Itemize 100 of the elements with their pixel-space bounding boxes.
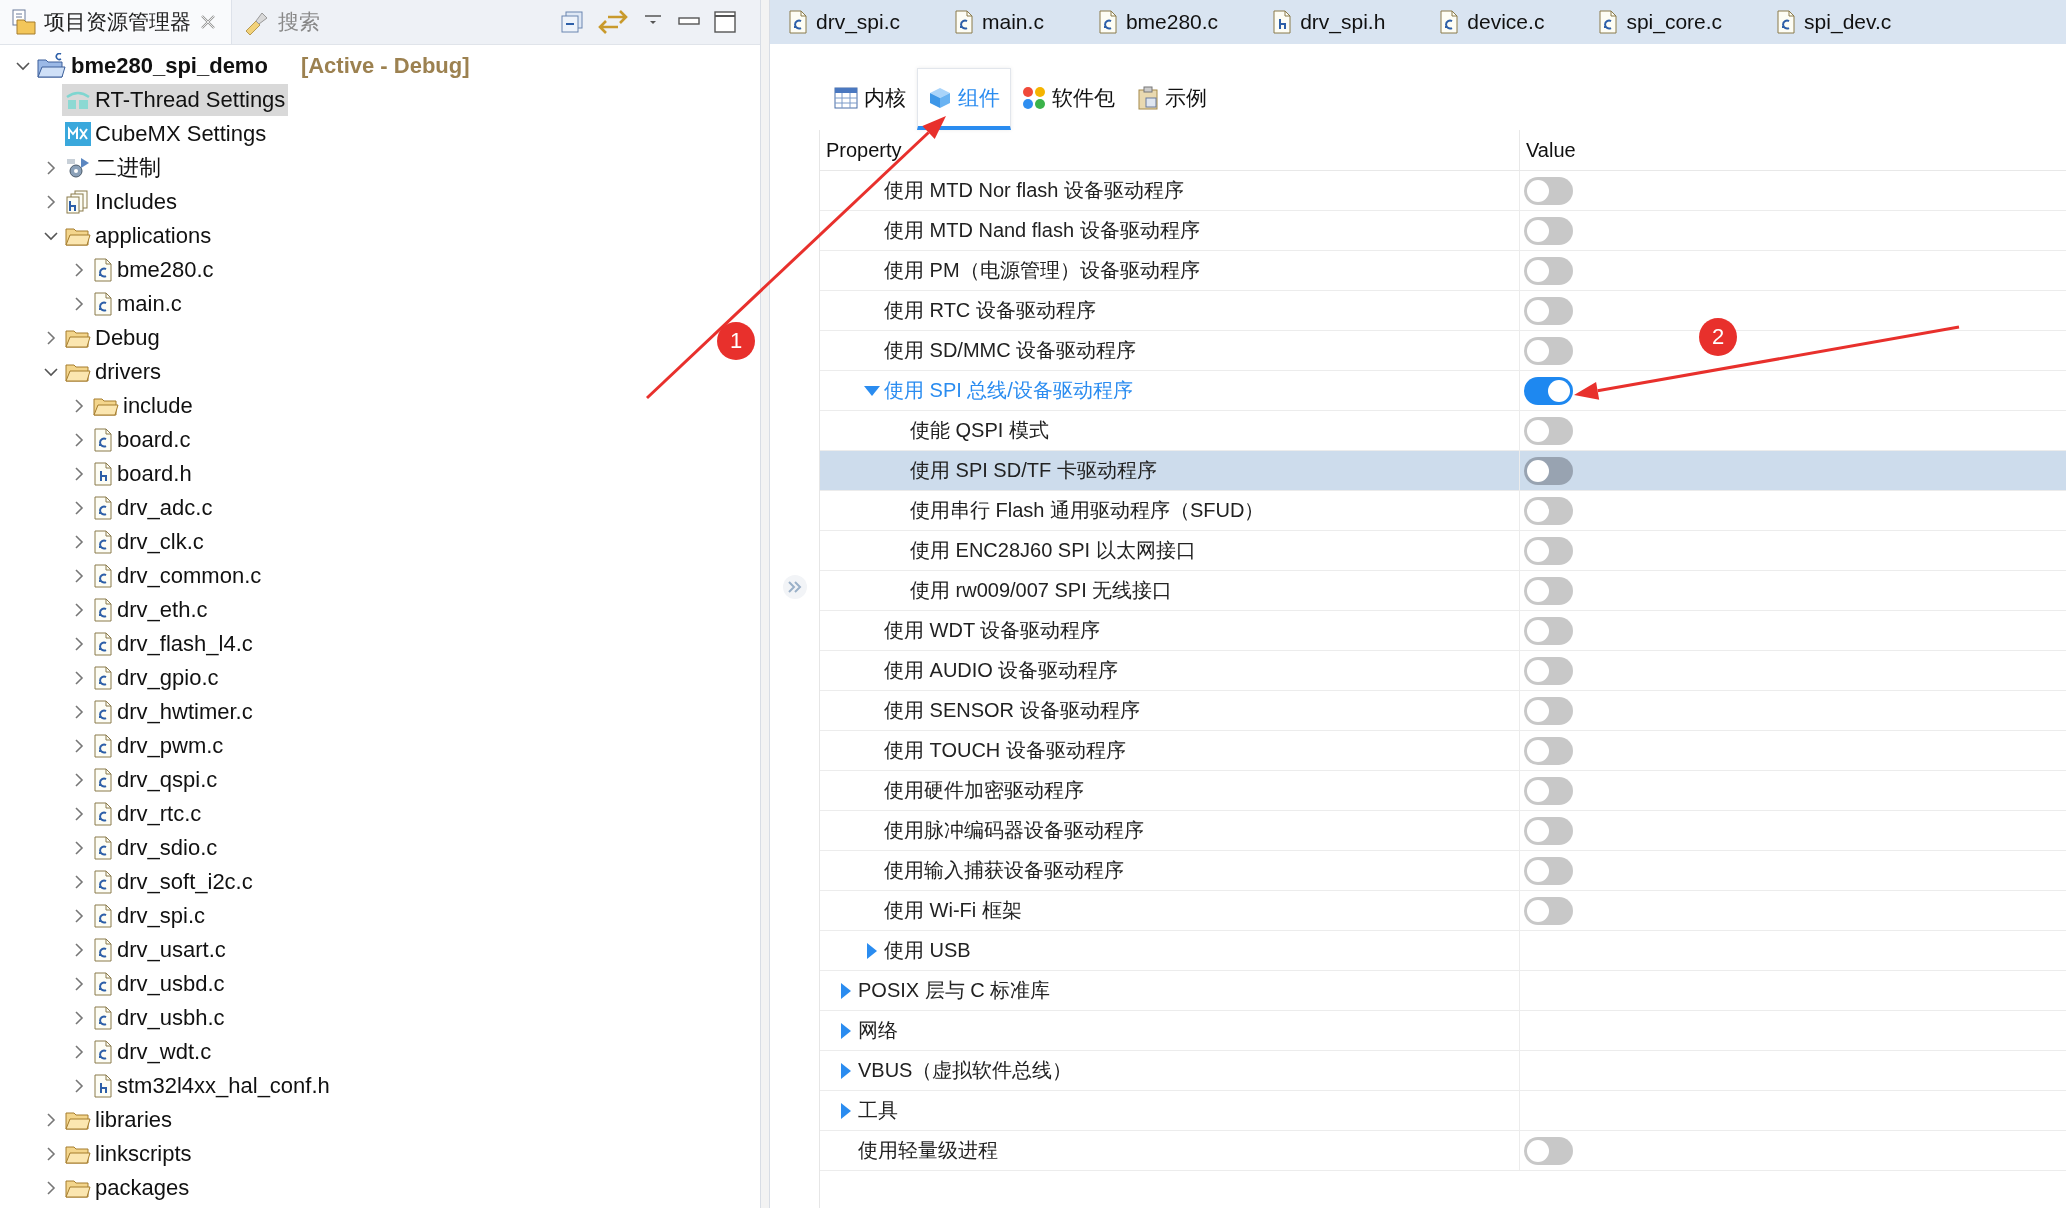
tree-item[interactable]: applications — [62, 220, 215, 252]
toggle-switch[interactable] — [1524, 256, 1573, 285]
toggle-switch[interactable] — [1524, 696, 1573, 725]
editor-tab[interactable]: spi_core.c — [1594, 0, 1727, 44]
tree-item[interactable]: drv_flash_l4.c — [90, 628, 256, 660]
property-row[interactable]: 使用 MTD Nor flash 设备驱动程序 — [820, 171, 2066, 211]
property-row[interactable]: 使用 MTD Nand flash 设备驱动程序 — [820, 211, 2066, 251]
tree-item[interactable]: 二进制 — [62, 152, 164, 184]
tree-item[interactable]: board.c — [90, 424, 194, 456]
tree-item[interactable]: drv_usbh.c — [90, 1002, 228, 1034]
toggle-switch[interactable] — [1524, 776, 1573, 805]
tree-item[interactable]: drv_clk.c — [90, 526, 207, 558]
property-row[interactable]: 使用 rw009/007 SPI 无线接口 — [820, 571, 2066, 611]
file-icon — [1776, 10, 1797, 34]
tree-item[interactable]: drv_qspi.c — [90, 764, 221, 796]
toggle-switch[interactable] — [1524, 376, 1573, 405]
tree-item[interactable]: drivers — [62, 356, 164, 388]
tree-item[interactable]: CubeMX Settings — [62, 118, 270, 150]
property-row[interactable]: 使用 SPI SD/TF 卡驱动程序 — [820, 451, 2066, 491]
file-icon — [93, 768, 113, 792]
property-row[interactable]: VBUS（虚拟软件总线） — [820, 1051, 2066, 1091]
tree-item[interactable]: drv_hwtimer.c — [90, 696, 256, 728]
tree-item[interactable]: bme280.c — [90, 254, 217, 286]
toggle-switch[interactable] — [1524, 736, 1573, 765]
property-row[interactable]: 使用 USB — [820, 931, 2066, 971]
toggle-switch[interactable] — [1524, 1136, 1573, 1165]
tree-item[interactable]: drv_adc.c — [90, 492, 216, 524]
tree-item[interactable]: Debug — [62, 322, 163, 354]
toggle-switch[interactable] — [1524, 856, 1573, 885]
settings-tab[interactable]: 软件包 — [1011, 68, 1126, 130]
tree-item[interactable]: drv_pwm.c — [90, 730, 227, 762]
file-icon — [93, 1040, 113, 1064]
tree-item[interactable]: bme280_spi_demo — [34, 50, 271, 82]
tree-item[interactable]: drv_gpio.c — [90, 662, 222, 694]
property-row[interactable]: 使用 PM（电源管理）设备驱动程序 — [820, 251, 2066, 291]
property-row[interactable]: 使用输入捕获设备驱动程序 — [820, 851, 2066, 891]
toggle-switch[interactable] — [1524, 536, 1573, 565]
tree-item[interactable]: include — [90, 390, 196, 422]
file-icon — [93, 496, 113, 520]
tree-item[interactable]: drv_usart.c — [90, 934, 229, 966]
tree-item[interactable]: RT-Thread Settings — [62, 84, 289, 116]
tree-item[interactable]: packages — [62, 1172, 193, 1204]
tree-item[interactable]: drv_wdt.c — [90, 1036, 215, 1068]
tree-item[interactable]: stm32l4xx_hal_conf.h — [90, 1070, 333, 1102]
property-row[interactable]: 工具 — [820, 1091, 2066, 1131]
folder-icon — [65, 327, 91, 349]
tree-item[interactable]: drv_spi.c — [90, 900, 209, 932]
tree-item[interactable]: main.c — [90, 288, 185, 320]
property-label: 网络 — [858, 1018, 898, 1043]
tree-item[interactable]: linkscripts — [62, 1138, 195, 1170]
toggle-switch[interactable] — [1524, 176, 1573, 205]
maximize-icon[interactable] — [714, 11, 736, 33]
toggle-switch[interactable] — [1524, 656, 1573, 685]
property-row[interactable]: 网络 — [820, 1011, 2066, 1051]
close-icon[interactable] — [199, 13, 217, 31]
toggle-switch[interactable] — [1524, 496, 1573, 525]
toggle-switch[interactable] — [1524, 416, 1573, 445]
tree-item[interactable]: Includes — [62, 186, 180, 218]
toggle-switch[interactable] — [1524, 456, 1573, 485]
tree-item[interactable]: drv_rtc.c — [90, 798, 205, 830]
editor-tab[interactable]: drv_spi.h — [1268, 0, 1390, 44]
property-row[interactable]: 使用 Wi-Fi 框架 — [820, 891, 2066, 931]
toggle-switch[interactable] — [1524, 616, 1573, 645]
property-row[interactable]: 使用串行 Flash 通用驱动程序（SFUD） — [820, 491, 2066, 531]
tree-item[interactable]: drv_eth.c — [90, 594, 211, 626]
settings-tab[interactable]: 示例 — [1126, 68, 1218, 130]
tree-item[interactable]: drv_sdio.c — [90, 832, 221, 864]
editor-tab[interactable]: spi_dev.c — [1772, 0, 1896, 44]
toggle-switch[interactable] — [1524, 216, 1573, 245]
property-label: 使用 PM（电源管理）设备驱动程序 — [884, 258, 1200, 283]
tree-item[interactable]: libraries — [62, 1104, 176, 1136]
tree-item[interactable]: board.h — [90, 458, 195, 490]
swap-arrows-icon[interactable] — [598, 8, 628, 36]
dots-icon — [1022, 85, 1046, 110]
view-tab[interactable]: 项目资源管理器 — [0, 0, 232, 44]
tree-item[interactable]: drv_soft_i2c.c — [90, 866, 256, 898]
property-row[interactable]: 使用硬件加密驱动程序 — [820, 771, 2066, 811]
editor-tab[interactable]: main.c — [950, 0, 1048, 44]
settings-tab[interactable]: 内核 — [823, 68, 917, 130]
editor-tab[interactable]: drv_spi.c — [784, 0, 905, 44]
property-row[interactable]: 使用轻量级进程 — [820, 1131, 2066, 1171]
property-row[interactable]: 使用 AUDIO 设备驱动程序 — [820, 651, 2066, 691]
collapse-all-icon[interactable] — [560, 10, 584, 34]
property-row[interactable]: POSIX 层与 C 标准库 — [820, 971, 2066, 1011]
toggle-switch[interactable] — [1524, 896, 1573, 925]
minimize-icon[interactable] — [678, 16, 700, 28]
toggle-switch[interactable] — [1524, 336, 1573, 365]
editor-tab[interactable]: device.c — [1435, 0, 1549, 44]
toggle-switch[interactable] — [1524, 296, 1573, 325]
tree-item[interactable]: drv_common.c — [90, 560, 265, 592]
editor-tab[interactable]: bme280.c — [1093, 0, 1223, 44]
property-row[interactable]: 使用 WDT 设备驱动程序 — [820, 611, 2066, 651]
tree-item[interactable]: drv_usbd.c — [90, 968, 228, 1000]
property-row[interactable]: 使用脉冲编码器设备驱动程序 — [820, 811, 2066, 851]
toggle-switch[interactable] — [1524, 816, 1573, 845]
property-label: 使用 MTD Nand flash 设备驱动程序 — [884, 218, 1200, 243]
toggle-switch[interactable] — [1524, 576, 1573, 605]
property-row[interactable]: 使用 TOUCH 设备驱动程序 — [820, 731, 2066, 771]
property-row[interactable]: 使用 SENSOR 设备驱动程序 — [820, 691, 2066, 731]
property-row[interactable]: 使用 ENC28J60 SPI 以太网接口 — [820, 531, 2066, 571]
